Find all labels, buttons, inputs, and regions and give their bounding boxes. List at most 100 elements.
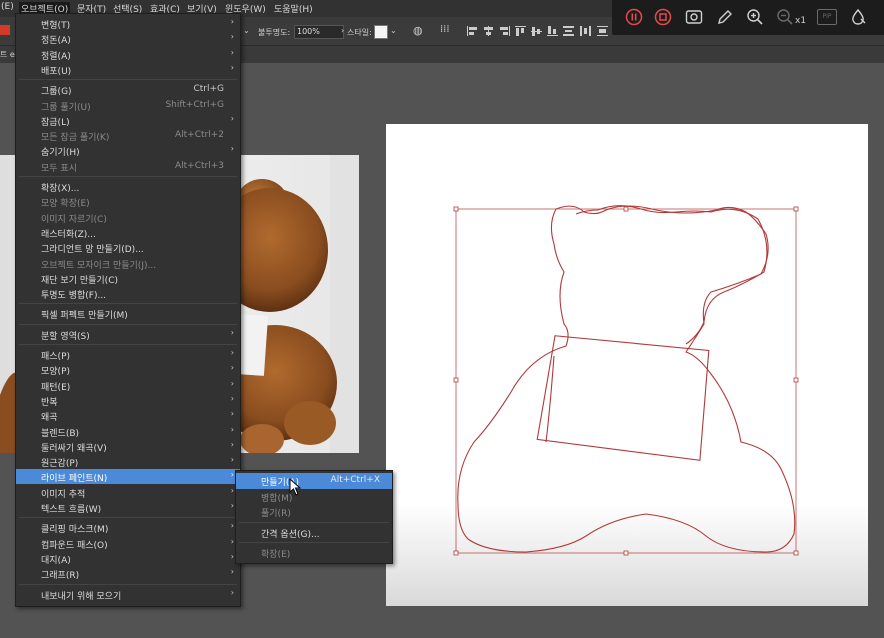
align-bottom-icon[interactable] — [547, 26, 559, 36]
distribute-vertical-icon[interactable] — [597, 26, 609, 36]
pen-icon[interactable] — [716, 8, 734, 26]
zoom-level-badge: x1 — [795, 16, 807, 26]
submenu-item-2[interactable]: 풀기(R) — [236, 504, 392, 520]
menu-item-label: 패스(P) — [41, 352, 71, 362]
screen-recorder-toolbar: x1 PIP — [612, 0, 884, 35]
menu-item-16[interactable]: 그라디언트 망 만들기(D)... — [16, 240, 240, 255]
menu-item-2[interactable]: 정렬(A) › — [16, 47, 240, 62]
menu-item-label: 왜곡 — [41, 413, 58, 424]
menu-item-39[interactable]: 대지(A) › — [16, 551, 240, 566]
live-paint-submenu: 만들기(A) Alt+Ctrl+X 병합(M) 풀기(R) 간격 옵션(G)... 확장(… — [235, 470, 393, 564]
style-label: 스타일: — [347, 28, 372, 37]
stop-icon[interactable] — [654, 8, 672, 26]
menu-item-0[interactable]: 변형(T) › — [16, 16, 240, 31]
menu-item-15[interactable]: 래스터화(Z)... — [16, 225, 240, 240]
menu-item-37[interactable]: 클리핑 마스크(M) › — [16, 520, 240, 535]
style-swatch[interactable] — [374, 25, 388, 39]
menu-separator — [19, 344, 237, 345]
menu-item-30[interactable]: 블렌드(B) › — [16, 424, 240, 439]
menu-separator — [19, 176, 237, 177]
align-top-icon[interactable] — [515, 26, 527, 36]
recolor-icon[interactable]: ◍ — [413, 24, 423, 37]
menu-item-19[interactable]: 투명도 병합(F)... — [16, 286, 240, 301]
screenshot-icon[interactable] — [685, 8, 703, 26]
distribute-horizontal-icon[interactable] — [580, 26, 592, 36]
menu-item-12[interactable]: 확장(X)... — [16, 179, 240, 194]
menu-item-35[interactable]: 텍스트 흐름(W) › — [16, 500, 240, 515]
chevron-right-icon: › — [230, 536, 234, 546]
menu-item-23[interactable]: 분할 영역(S) › — [16, 327, 240, 342]
menu-item-6[interactable]: 그룹 풀기(U) Shift+Ctrl+G — [16, 98, 240, 113]
chevron-right-icon: › — [230, 409, 234, 419]
menu-item-1[interactable]: 정돈(A) › — [16, 31, 240, 46]
menu-item-27[interactable]: 패턴(E) › — [16, 378, 240, 393]
chevron-down-icon[interactable]: ⌄ — [243, 26, 250, 35]
menu-item-17[interactable]: 오브젝트 모자이크 만들기(J)... — [16, 256, 240, 271]
menu-item-9[interactable]: 숨기기(H) › — [16, 143, 240, 158]
submenu-item-6[interactable]: 확장(E) — [236, 545, 392, 561]
grid-align-icon[interactable]: ⁞⁞⁞ — [440, 24, 450, 35]
menu-item-label: 대지(A) — [41, 555, 71, 566]
menu-item-label: 정돈(A) — [41, 36, 71, 47]
artboard[interactable] — [386, 124, 868, 606]
align-right-icon[interactable] — [499, 26, 511, 36]
menu-item-21[interactable]: 픽셀 퍼펙트 만들기(M) — [16, 306, 240, 321]
menubar-item-7[interactable]: 도움말(H) — [274, 2, 313, 15]
menu-item-10[interactable]: 모두 표시 Alt+Ctrl+3 — [16, 159, 240, 174]
pip-icon[interactable]: PIP — [817, 9, 837, 25]
chevron-right-icon[interactable]: › — [341, 26, 344, 35]
menu-item-label: 이미지 자르기(C) — [41, 214, 107, 225]
menu-item-14[interactable]: 이미지 자르기(C) — [16, 210, 240, 225]
fill-swatch[interactable] — [0, 25, 10, 35]
menu-item-26[interactable]: 모양(P) › — [16, 362, 240, 377]
menu-item-18[interactable]: 재단 보기 만들기(C) — [16, 271, 240, 286]
pause-icon[interactable] — [625, 8, 643, 26]
menu-item-label: 라이브 페인트(N) — [41, 474, 108, 485]
menu-item-label: 픽셀 퍼펙트 만들기(M) — [41, 311, 128, 322]
submenu-item-shortcut: Alt+Ctrl+X — [330, 475, 380, 485]
zoom-in-icon[interactable] — [746, 8, 764, 26]
menu-item-label: 텍스트 흐름(W) — [41, 505, 102, 515]
menu-item-40[interactable]: 그래프(R) › — [16, 566, 240, 581]
chevron-right-icon: › — [230, 501, 234, 510]
zoom-out-icon[interactable] — [776, 8, 794, 26]
submenu-item-0[interactable]: 만들기(A) Alt+Ctrl+X — [236, 473, 392, 489]
menu-item-label: 내보내기 위해 모으기 — [41, 591, 122, 602]
chevron-right-icon: › — [230, 455, 234, 465]
menu-separator — [19, 303, 237, 305]
menu-item-33[interactable]: 라이브 페인트(N) › — [16, 469, 240, 485]
menu-item-28[interactable]: 반복 › — [16, 393, 240, 408]
menu-item-34[interactable]: 이미지 추적 › — [16, 485, 240, 500]
menubar-item-0[interactable]: (E) — [1, 2, 14, 12]
align-middle-icon[interactable] — [531, 26, 543, 36]
menu-item-label: 모양 확장(E) — [41, 199, 90, 210]
submenu-item-1[interactable]: 병합(M) — [236, 489, 392, 505]
menu-item-label: 이미지 추적 — [41, 489, 86, 500]
distribute-icon[interactable] — [563, 26, 575, 36]
cursor-effect-icon[interactable] — [849, 8, 867, 26]
align-left-icon[interactable] — [467, 26, 479, 36]
menu-item-8[interactable]: 모든 잠금 풀기(K) Alt+Ctrl+2 — [16, 128, 240, 143]
opacity-field[interactable]: 100% — [294, 25, 344, 39]
menu-item-7[interactable]: 잠금(L) › — [16, 113, 240, 128]
menu-item-label: 잠금(L) — [41, 117, 70, 128]
chevron-right-icon: › — [230, 113, 234, 123]
menu-item-29[interactable]: 왜곡 › — [16, 408, 240, 423]
menu-item-label: 반복 — [41, 397, 58, 408]
menu-item-42[interactable]: 내보내기 위해 모으기 › — [16, 587, 240, 602]
menu-item-38[interactable]: 컴파운드 패스(O) › — [16, 536, 240, 551]
align-center-icon[interactable] — [483, 26, 495, 36]
menu-item-3[interactable]: 배포(U) › — [16, 62, 240, 77]
chevron-down-icon[interactable]: ⌄ — [390, 26, 397, 35]
menu-item-32[interactable]: 원근감(P) › — [16, 454, 240, 469]
document-tab[interactable]: 트 e — [0, 49, 15, 60]
menu-item-25[interactable]: 패스(P) › — [16, 347, 240, 362]
chevron-right-icon: › — [230, 393, 234, 403]
menu-item-5[interactable]: 그룹(G) Ctrl+G — [16, 82, 240, 97]
menu-item-13[interactable]: 모양 확장(E) — [16, 194, 240, 209]
live-paint-outline[interactable] — [386, 124, 868, 606]
menu-item-label: 그룹(G) — [41, 87, 72, 98]
submenu-item-4[interactable]: 간격 옵션(G)... — [236, 525, 392, 541]
chevron-right-icon: › — [230, 439, 234, 449]
menu-item-31[interactable]: 둘러싸기 왜곡(V) › — [16, 439, 240, 454]
